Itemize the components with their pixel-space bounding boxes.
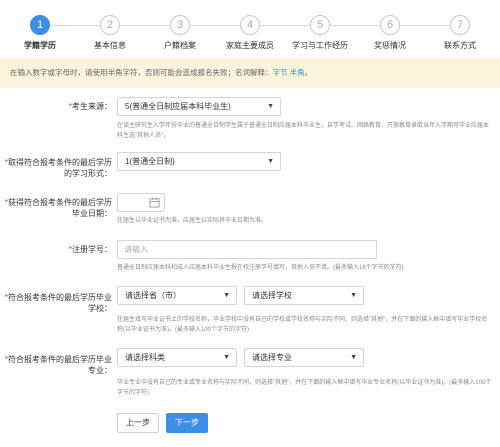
- step-2[interactable]: 2 基本信息: [74, 15, 146, 51]
- notice-text: 在输入数字或字母时，请使用半角字符，否则可能会造成报名失败；名词解释：: [10, 68, 273, 77]
- study-form-value: 1(普通全日制): [125, 157, 175, 166]
- major-value: 请选择专业: [252, 353, 292, 362]
- notice-end: 。: [304, 68, 313, 77]
- source-hint: 在读主研究生入学年份毕业的普通全日制学生属于普通全日制应届本科毕业生，自学考试、…: [117, 123, 490, 139]
- step-4[interactable]: 4 家庭主要成员: [214, 15, 286, 51]
- school-hint: 往届生填写毕业证书上的学校名称，毕业学校中没有自己的学校或学校名称与实际不同，则…: [117, 317, 488, 333]
- school-label: *符合报考条件的最后学历毕业学校：: [4, 293, 112, 313]
- major-select[interactable]: 请选择专业 ▼: [244, 348, 364, 367]
- school-value: 请选择学校: [252, 291, 292, 300]
- grad-date-label: *获得符合报考条件的最后学历毕业日期：: [4, 198, 112, 218]
- step-5[interactable]: 5 学习与工作经历: [284, 15, 356, 51]
- chevron-down-icon: ▼: [223, 292, 230, 299]
- student-id-input[interactable]: 请输入: [117, 240, 377, 259]
- step-number: 1: [30, 15, 50, 35]
- step-label: 户籍档案: [164, 41, 196, 50]
- chevron-down-icon: ▼: [267, 158, 274, 165]
- step-number: 2: [100, 15, 120, 35]
- major-label: *符合报考条件的最后学历毕业专业：: [4, 355, 112, 375]
- category-select[interactable]: 请选择科类 ▼: [117, 348, 237, 367]
- step-7[interactable]: 7 联系方式: [424, 15, 496, 51]
- step-number: 4: [240, 15, 260, 35]
- chevron-down-icon: ▼: [267, 103, 274, 110]
- major-hint: 毕业专业中没有自己的专业或专业名称与实际不同，则选择"其他"，并在下面的输入框中…: [117, 380, 492, 396]
- student-id-hint: 普通全日制应届本科和成人应届本科毕业生报在校注册学号填写，其他人员不填。(最多输…: [117, 265, 404, 271]
- school-select[interactable]: 请选择学校 ▼: [244, 286, 364, 305]
- step-label: 奖惩情况: [374, 41, 406, 50]
- student-id-label: *注册学号：: [68, 245, 112, 254]
- study-form-label: *取得符合报考条件的最后学历的学习形式：: [4, 158, 112, 178]
- step-6[interactable]: 6 奖惩情况: [354, 15, 426, 51]
- chevron-down-icon: ▼: [223, 354, 230, 361]
- chevron-down-icon: ▼: [350, 292, 357, 299]
- step-label: 联系方式: [444, 41, 476, 50]
- step-label: 学籍学历: [24, 41, 56, 50]
- grad-date-input[interactable]: [117, 193, 165, 212]
- step-number: 6: [380, 15, 400, 35]
- chevron-down-icon: ▼: [350, 354, 357, 361]
- step-3[interactable]: 3 户籍档案: [144, 15, 216, 51]
- grad-date-hint: 往届生以毕业证书为准，应届生以实际将毕业日期为准。: [117, 218, 268, 224]
- source-value: 5(普通全日制应届本科毕业生): [125, 102, 231, 111]
- source-label: *考生来源：: [68, 102, 112, 111]
- step-label: 基本信息: [94, 41, 126, 50]
- step-label: 家庭主要成员: [226, 41, 274, 50]
- category-value: 请选择科类: [125, 353, 165, 362]
- student-id-placeholder: 请输入: [124, 245, 148, 254]
- step-number: 7: [450, 15, 470, 35]
- study-form-select[interactable]: 1(普通全日制) ▼: [117, 152, 281, 171]
- province-select[interactable]: 请选择省（市） ▼: [117, 286, 237, 305]
- next-button[interactable]: 下一步: [166, 413, 208, 433]
- progress-stepper: 1 学籍学历 2 基本信息 3 户籍档案 4 家庭主要成员 5 学习与工作经历 …: [0, 0, 500, 52]
- notice-banner: 在输入数字或字母时，请使用半角字符，否则可能会造成报名失败；名词解释：字节 半角…: [0, 58, 500, 88]
- step-number: 3: [170, 15, 190, 35]
- source-select[interactable]: 5(普通全日制应届本科毕业生) ▼: [117, 97, 281, 116]
- prev-button[interactable]: 上一步: [117, 413, 159, 433]
- step-1[interactable]: 1 学籍学历: [4, 15, 76, 51]
- notice-link-halfwidth[interactable]: 半角: [290, 68, 305, 77]
- calendar-icon[interactable]: [149, 197, 160, 208]
- province-value: 请选择省（市）: [125, 291, 181, 300]
- step-label: 学习与工作经历: [292, 41, 348, 50]
- notice-link-byte[interactable]: 字节: [273, 68, 288, 77]
- step-number: 5: [310, 15, 330, 35]
